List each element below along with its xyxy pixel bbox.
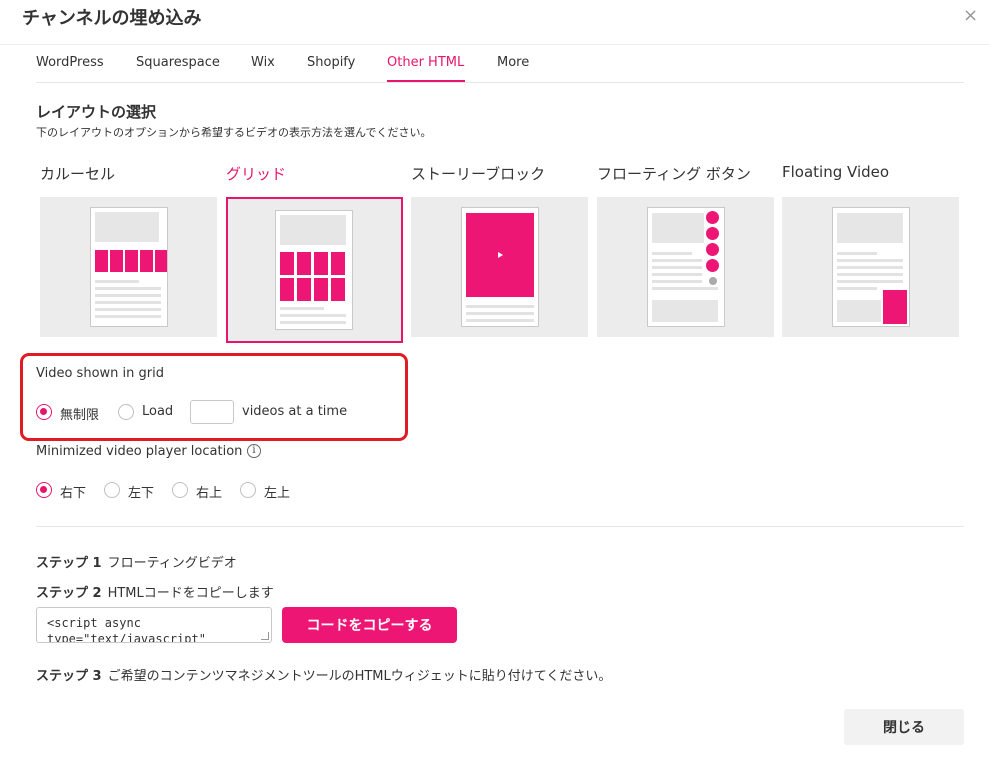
- step-3-prefix: ステップ 3: [36, 669, 102, 684]
- floating-video-preview-icon: [832, 207, 910, 327]
- platform-tabs: WordPress Squarespace Wix Shopify Other …: [36, 45, 964, 83]
- step-2-text: HTMLコードをコピーします: [107, 586, 274, 601]
- active-tab-indicator: [387, 80, 465, 82]
- radio-top-left-label: 左上: [264, 486, 291, 501]
- step-1-text: フローティングビデオ: [107, 556, 237, 571]
- step-1: ステップ 1 フローティングビデオ: [36, 552, 237, 571]
- carousel-preview-icon: [90, 207, 168, 327]
- tab-more[interactable]: More: [497, 55, 529, 70]
- layout-label-story-block: ストーリーブロック: [411, 165, 546, 183]
- layout-label-grid: グリッド: [226, 165, 287, 183]
- embed-code-textarea[interactable]: <script async type="text/javascript": [36, 607, 272, 643]
- play-icon: [498, 252, 503, 258]
- radio-bottom-left[interactable]: [104, 482, 120, 498]
- code-line-2: type="text/javascript": [47, 632, 206, 643]
- layout-label-floating-button: フローティング ボタン: [597, 165, 751, 183]
- radio-bottom-left-label: 左下: [128, 486, 155, 501]
- step-2-prefix: ステップ 2: [36, 586, 102, 601]
- step-1-prefix: ステップ 1: [36, 556, 102, 571]
- section-divider: [36, 526, 964, 527]
- videos-at-a-time-label: videos at a time: [242, 404, 348, 419]
- layout-card-grid[interactable]: [226, 197, 403, 343]
- grid-preview-icon: [275, 210, 353, 330]
- code-line-1: <script async: [47, 616, 141, 630]
- tab-other-html[interactable]: Other HTML: [387, 55, 464, 70]
- dialog-title: チャンネルの埋め込み: [22, 8, 202, 29]
- resize-handle-icon[interactable]: [261, 632, 269, 640]
- copy-code-button[interactable]: コードをコピーする: [282, 607, 457, 643]
- layout-card-floating-video[interactable]: [782, 197, 959, 337]
- info-icon[interactable]: i: [247, 444, 261, 458]
- radio-bottom-right[interactable]: [36, 482, 52, 498]
- radio-top-right-label: 右上: [196, 486, 223, 501]
- player-location-title: Minimized video player location: [36, 444, 243, 459]
- step-3: ステップ 3 ご希望のコンテンツマネジメントツールのHTMLウィジェットに貼り付け…: [36, 665, 611, 684]
- radio-top-right[interactable]: [172, 482, 188, 498]
- step-3-text: ご希望のコンテンツマネジメントツールのHTMLウィジェットに貼り付けてください。: [107, 669, 612, 684]
- floating-button-preview-icon: [647, 207, 725, 327]
- story-block-preview-icon: [461, 207, 539, 327]
- close-button[interactable]: 閉じる: [844, 709, 964, 745]
- embed-channel-dialog: チャンネルの埋め込み × WordPress Squarespace Wix S…: [0, 0, 989, 761]
- close-icon[interactable]: ×: [963, 7, 978, 25]
- layout-card-floating-button[interactable]: [597, 197, 774, 337]
- radio-load-label: Load: [142, 404, 174, 419]
- layout-label-floating-video: Floating Video: [782, 163, 890, 181]
- layout-label-carousel: カルーセル: [40, 165, 116, 183]
- radio-unlimited[interactable]: [36, 404, 52, 420]
- layout-section-subtitle: 下のレイアウトのオプションから希望するビデオの表示方法を選んでください。: [36, 126, 432, 139]
- videos-count-input[interactable]: [190, 400, 234, 424]
- grid-options-title: Video shown in grid: [36, 366, 164, 381]
- layout-card-story-block[interactable]: [411, 197, 588, 337]
- tab-wordpress[interactable]: WordPress: [36, 55, 104, 70]
- radio-bottom-right-label: 右下: [60, 486, 87, 501]
- radio-unlimited-label: 無制限: [60, 408, 100, 423]
- step-2: ステップ 2 HTMLコードをコピーします: [36, 582, 274, 601]
- radio-top-left[interactable]: [240, 482, 256, 498]
- layout-card-carousel[interactable]: [40, 197, 217, 337]
- radio-load[interactable]: [118, 404, 134, 420]
- tab-wix[interactable]: Wix: [251, 55, 275, 70]
- layout-section-title: レイアウトの選択: [36, 103, 157, 121]
- tab-shopify[interactable]: Shopify: [307, 55, 355, 70]
- tab-squarespace[interactable]: Squarespace: [136, 55, 220, 70]
